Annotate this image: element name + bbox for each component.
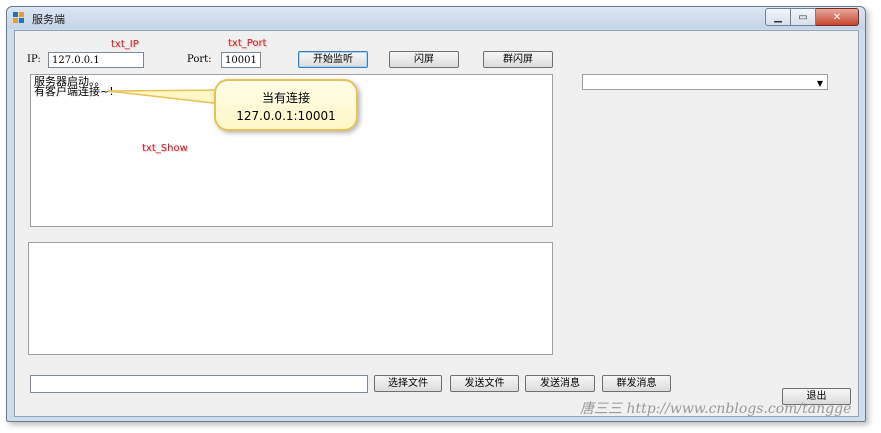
callout-address: 127.0.0.1:10001 [236, 109, 336, 123]
window-title: 服务端 [32, 13, 65, 26]
message-textbox[interactable] [28, 242, 553, 355]
chevron-down-icon: ▼ [816, 79, 823, 88]
callout-pointer [107, 89, 223, 105]
close-button[interactable]: ✕ [816, 8, 859, 26]
annotation-txt-ip: txt_IP [111, 39, 139, 50]
maximize-icon: ▭ [798, 11, 808, 23]
choose-file-button[interactable]: 选择文件 [374, 375, 442, 392]
window-controls: ▁ ▭ ✕ [765, 8, 859, 26]
server-window: 服务端 ▁ ▭ ✕ IP: 127.0.0.1 Port: 10001 开始监听… [6, 6, 866, 422]
group-flash-button[interactable]: 群闪屏 [483, 51, 553, 68]
send-message-button[interactable]: 发送消息 [525, 375, 595, 392]
watermark: 唐三三 http://www.cnblogs.com/tangge [580, 401, 852, 417]
minimize-icon: ▁ [774, 11, 782, 23]
start-listen-button[interactable]: 开始监听 [298, 51, 368, 68]
flash-screen-button[interactable]: 闪屏 [389, 51, 459, 68]
maximize-button[interactable]: ▭ [791, 8, 816, 26]
group-send-button[interactable]: 群发消息 [602, 375, 671, 392]
annotation-txt-show: txt_Show [142, 143, 188, 154]
port-input[interactable]: 10001 [221, 52, 261, 68]
ip-input[interactable]: 127.0.0.1 [48, 52, 144, 68]
app-icon [13, 12, 25, 24]
ip-label: IP: [27, 54, 41, 65]
annotation-txt-port: txt_Port [228, 38, 267, 49]
client-list-dropdown[interactable]: ▼ [582, 74, 828, 90]
connection-callout: 当有连接 127.0.0.1:10001 [214, 79, 358, 131]
close-icon: ✕ [832, 11, 842, 23]
port-label: Port: [187, 54, 212, 65]
send-file-button[interactable]: 发送文件 [450, 375, 519, 392]
minimize-button[interactable]: ▁ [765, 8, 791, 26]
callout-title: 当有连接 [261, 91, 310, 105]
file-path-input[interactable] [30, 375, 368, 393]
title-bar[interactable]: 服务端 ▁ ▭ ✕ [7, 7, 865, 29]
